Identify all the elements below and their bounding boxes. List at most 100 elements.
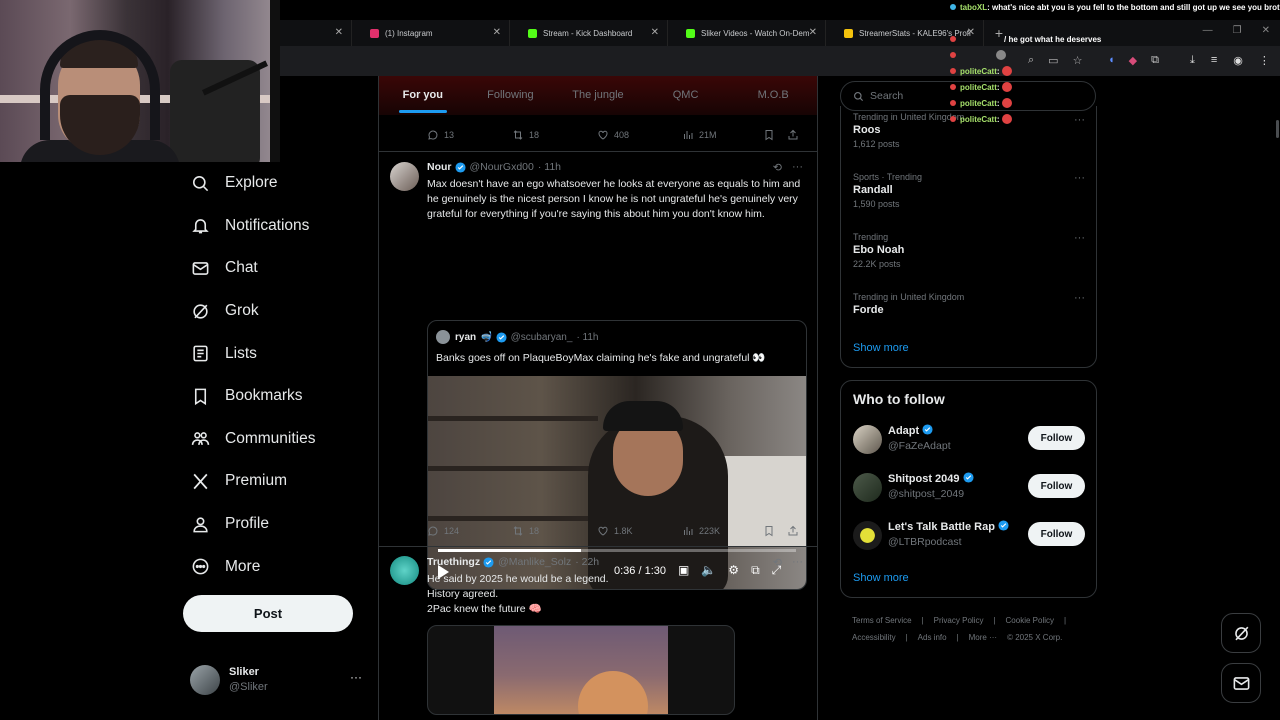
- bookmark-icon[interactable]: [763, 525, 775, 537]
- like-button[interactable]: 1.8K: [597, 525, 682, 537]
- reply-icon: [428, 130, 438, 140]
- browser-tab-sliker-videos[interactable]: Sliker Videos - Watch On-Dem ✕: [668, 20, 826, 46]
- tab-for-you[interactable]: For you: [379, 76, 467, 115]
- tab-mob[interactable]: M.O.B: [729, 76, 817, 115]
- tab-following[interactable]: Following: [467, 76, 555, 115]
- panel-title: Who to follow: [853, 391, 945, 407]
- footer-separator: |: [905, 633, 908, 642]
- tweet-time[interactable]: · 11h: [538, 161, 561, 173]
- trend-category: Sports · Trending: [853, 172, 923, 182]
- reply-button[interactable]: 13: [427, 129, 512, 141]
- close-icon[interactable]: ✕: [809, 27, 817, 38]
- avatar[interactable]: [390, 162, 419, 191]
- more-options-icon[interactable]: ···: [792, 161, 803, 174]
- nav-label: Lists: [225, 344, 257, 362]
- chat-text: :: [996, 115, 1000, 124]
- share-icon[interactable]: [787, 525, 799, 537]
- post-button[interactable]: Post: [183, 595, 353, 632]
- more-options-icon[interactable]: ···: [350, 670, 362, 684]
- follow-button[interactable]: Follow: [1028, 522, 1085, 546]
- more-options-icon[interactable]: ···: [1074, 172, 1085, 184]
- nav-lists[interactable]: Lists: [183, 332, 373, 375]
- nav-bookmarks[interactable]: Bookmarks: [183, 375, 373, 418]
- timeline-tabs: For you Following The jungle QMC M.O.B: [379, 76, 817, 115]
- nav-label: Communities: [225, 429, 316, 447]
- more-options-icon[interactable]: ···: [792, 556, 803, 569]
- reply-button[interactable]: 124: [427, 525, 512, 537]
- video-progress-bar[interactable]: [438, 549, 796, 552]
- follow-button[interactable]: Follow: [1028, 426, 1085, 450]
- browser-tab-kick-dashboard[interactable]: Stream - Kick Dashboard ✕: [510, 20, 668, 46]
- view-count: 21M: [699, 130, 717, 140]
- nav-explore[interactable]: Explore: [183, 162, 373, 205]
- nav-chat[interactable]: Chat: [183, 247, 373, 290]
- bookmark-icon[interactable]: [763, 129, 775, 141]
- repost-button[interactable]: 18: [512, 129, 597, 141]
- follow-suggestion[interactable]: Let's Talk Battle Rap @LTBRpodcast Follo…: [853, 519, 1085, 553]
- tweet-line: He said by 2025 he would be a legend.: [427, 573, 609, 585]
- nav-communities[interactable]: Communities: [183, 418, 373, 461]
- footer-link-ads[interactable]: Ads info: [918, 633, 947, 642]
- trend-name: Ebo Noah: [853, 244, 905, 256]
- browser-tab-instagram[interactable]: (1) Instagram ✕: [352, 20, 510, 46]
- footer-separator: |: [956, 633, 959, 642]
- more-options-icon[interactable]: ···: [1074, 232, 1085, 244]
- show-more-link[interactable]: Show more: [853, 342, 909, 354]
- nav-profile[interactable]: Profile: [183, 503, 373, 546]
- snorkel-emoji-icon: 🤿: [480, 331, 493, 343]
- avatar[interactable]: [390, 556, 419, 585]
- quoted-tweet[interactable]: ryan 🤿 @scubaryan_ · 11h Banks goes off …: [427, 320, 807, 590]
- show-more-link[interactable]: Show more: [853, 572, 909, 584]
- footer-link-privacy[interactable]: Privacy Policy: [934, 616, 984, 625]
- chat-user: politeCatt: [960, 83, 997, 92]
- more-options-icon[interactable]: ···: [1074, 292, 1085, 304]
- follow-suggestion[interactable]: Adapt @FaZeAdapt Follow: [853, 423, 1085, 457]
- trend-item[interactable]: Sports · Trending Randall 1,590 posts ··…: [853, 172, 1085, 209]
- author-name[interactable]: Nour: [427, 161, 452, 173]
- close-icon[interactable]: ✕: [335, 27, 343, 38]
- nav-premium[interactable]: Premium: [183, 460, 373, 503]
- author-name[interactable]: Truethingz: [427, 556, 480, 568]
- nav-grok[interactable]: Grok: [183, 290, 373, 333]
- chat-text: :: [996, 67, 1000, 76]
- trend-item[interactable]: Trending Ebo Noah 22.2K posts ···: [853, 232, 1085, 269]
- tab-the-jungle[interactable]: The jungle: [554, 76, 642, 115]
- trend-item[interactable]: Trending in United Kingdom Forde ···: [853, 292, 1085, 316]
- nav-notifications[interactable]: Notifications: [183, 205, 373, 248]
- follow-button[interactable]: Follow: [1028, 474, 1085, 498]
- tweet-text: He said by 2025 he would be a legend. Hi…: [427, 572, 809, 617]
- tweet-media[interactable]: [427, 625, 735, 715]
- close-icon[interactable]: ✕: [651, 27, 659, 38]
- repost-icon: [513, 130, 523, 140]
- tab-qmc[interactable]: QMC: [642, 76, 730, 115]
- share-icon[interactable]: [787, 129, 799, 141]
- repost-button[interactable]: 18: [512, 525, 597, 537]
- tweet-time[interactable]: · 22h: [575, 556, 599, 568]
- author-handle[interactable]: @Manlike_Solz: [498, 556, 571, 568]
- footer-link-terms[interactable]: Terms of Service: [852, 616, 912, 625]
- browser-tab[interactable]: ✕: [280, 20, 352, 46]
- footer-link-more[interactable]: More ···: [969, 633, 997, 642]
- tab-label: (1) Instagram: [385, 28, 433, 38]
- grok-icon[interactable]: ⟲: [773, 161, 782, 174]
- views-button[interactable]: 223K: [682, 525, 720, 537]
- footer-link-cookies[interactable]: Cookie Policy: [1006, 616, 1054, 625]
- close-icon[interactable]: ✕: [493, 27, 501, 38]
- views-button[interactable]: 21M: [682, 129, 717, 141]
- footer-separator: |: [993, 616, 996, 625]
- nav-more[interactable]: More: [183, 545, 373, 588]
- quote-header: ryan 🤿 @scubaryan_ · 11h: [436, 330, 599, 344]
- account-switcher[interactable]: Sliker @Sliker ···: [190, 662, 370, 698]
- author-handle[interactable]: @NourGxd00: [470, 161, 534, 173]
- footer-link-accessibility[interactable]: Accessibility: [852, 633, 896, 642]
- heart-icon: [598, 130, 608, 140]
- grok-icon[interactable]: ⟲: [773, 556, 782, 569]
- follow-suggestion[interactable]: Shitpost 2049 @shitpost_2049 Follow: [853, 471, 1085, 505]
- grok-button[interactable]: [1221, 613, 1261, 653]
- repost-count: 18: [529, 130, 540, 140]
- bookmark-icon: [194, 388, 207, 405]
- avatar: [853, 521, 882, 550]
- like-button[interactable]: 408: [597, 129, 682, 141]
- trend-posts: 1,590 posts: [853, 199, 900, 209]
- messages-button[interactable]: [1221, 663, 1261, 703]
